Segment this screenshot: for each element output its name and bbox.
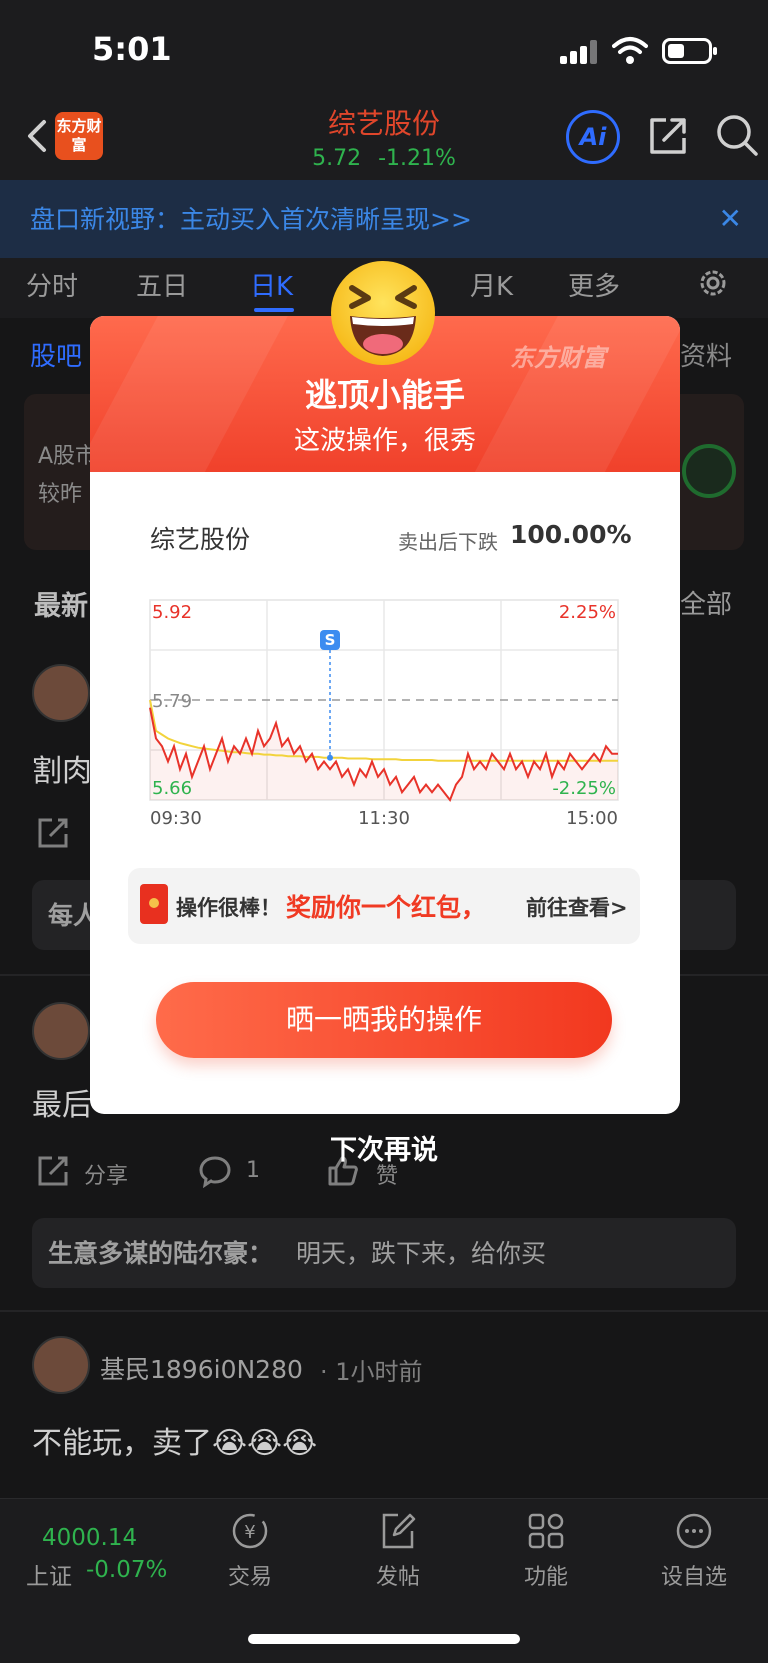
svg-text:¥: ¥ (244, 1522, 255, 1543)
laughing-emoji-icon (331, 261, 435, 365)
achievement-modal: 东方财富 逃顶小能手 这波操作，很秀 综艺股份 卖出后下跌 100.00% S 5… (90, 316, 680, 1114)
nav-watchlist[interactable]: 设自选 (644, 1509, 744, 1591)
battery-icon (662, 38, 717, 64)
grid-icon (528, 1513, 564, 1549)
avatar[interactable] (32, 1002, 90, 1060)
filter-all[interactable]: 全部 (680, 584, 732, 621)
top-nav-bar: 东方财富 综艺股份 5.72 -1.21% Ai (0, 100, 768, 180)
index-value[interactable]: 4000.14 (42, 1525, 137, 1551)
chart-stock-name: 综艺股份 (150, 525, 251, 554)
result-value: 100.00% (510, 520, 632, 549)
x-tick-label: 15:00 (566, 808, 618, 829)
divider (0, 1310, 768, 1312)
nav-watchlist-label: 设自选 (660, 1565, 727, 1590)
post-username[interactable]: 基民1896i0N280 (100, 1350, 303, 1386)
tab-forum[interactable]: 股吧 (30, 336, 82, 373)
promo-line-1: A股市 (38, 444, 98, 469)
sell-marker-label: S (325, 631, 336, 649)
nav-features-label: 功能 (523, 1565, 568, 1590)
post-text[interactable]: 不能玩，卖了😭😭😭 (32, 1418, 317, 1462)
cellular-signal-icon (560, 40, 600, 64)
tab-profile[interactable]: 资料 (680, 336, 732, 373)
nav-features[interactable]: 功能 (496, 1509, 596, 1591)
gear-icon[interactable] (696, 266, 730, 300)
active-tab-indicator (254, 308, 294, 312)
promo-banner[interactable]: 盘口新视野：主动买入首次清晰呈现>> ✕ (0, 180, 768, 258)
yuan-exchange-icon: ¥ (232, 1513, 268, 1549)
home-indicator (248, 1634, 520, 1644)
share-icon[interactable] (36, 816, 70, 850)
red-envelope-icon (140, 884, 168, 924)
wifi-icon (612, 37, 648, 64)
result-label: 卖出后下跌 (398, 530, 498, 554)
reward-main-text: 奖励你一个红包， (286, 893, 487, 922)
x-tick-label: 09:30 (150, 808, 202, 829)
promo-line-2: 较昨 (38, 482, 83, 507)
tab-daily-k[interactable]: 日K (250, 266, 293, 303)
intraday-chart: S 5.92 5.79 5.66 2.25% -2.25% 09:30 11:30 15:00 (149, 599, 619, 829)
down-arrow-icon[interactable] (682, 444, 736, 498)
y-tick-label-right: -2.25% (552, 778, 616, 799)
reward-view-link[interactable]: 前往查看> (526, 892, 628, 922)
reward-pretext: 操作很棒！ (176, 896, 281, 920)
index-change[interactable]: -0.07% (86, 1557, 167, 1583)
search-icon[interactable] (714, 112, 760, 158)
dismiss-link[interactable]: 下次再说 (0, 1128, 768, 1167)
x-tick-label: 11:30 (358, 808, 410, 829)
banner-text[interactable]: 盘口新视野：主动买入首次清晰呈现>> (30, 200, 472, 236)
status-time: 5:01 (92, 30, 172, 68)
share-operation-button[interactable]: 晒一晒我的操作 (156, 982, 612, 1058)
reward-banner[interactable]: 操作很棒！ 奖励你一个红包， 前往查看> (128, 868, 640, 944)
comment-preview[interactable]: 生意多谋的陆尔豪： 明天，跌下来，给你买 (32, 1218, 736, 1288)
y-tick-label-right: 2.25% (559, 602, 616, 623)
tab-intraday[interactable]: 分时 (26, 266, 78, 303)
avatar[interactable] (32, 1336, 90, 1394)
post-text[interactable]: 最后 (32, 1080, 92, 1124)
sell-marker-dot (327, 754, 333, 761)
tab-more[interactable]: 更多 (568, 266, 620, 303)
y-tick-label: 5.79 (152, 691, 192, 712)
edit-icon (382, 1513, 416, 1549)
y-tick-label: 5.92 (152, 602, 192, 623)
stock-change: -1.21% (378, 146, 456, 171)
tab-five-day[interactable]: 五日 (136, 266, 188, 303)
more-dots-icon (676, 1513, 712, 1549)
ai-assistant-button[interactable]: Ai (566, 110, 620, 164)
nav-trade-label: 交易 (227, 1565, 272, 1590)
post-time: · 1小时前 (320, 1358, 423, 1386)
brand-watermark: 东方财富 (510, 344, 606, 372)
comment-author: 生意多谋的陆尔豪： (48, 1239, 274, 1268)
close-icon[interactable]: ✕ (719, 202, 742, 235)
nav-post[interactable]: 发帖 (348, 1509, 448, 1591)
modal-subtitle: 这波操作，很秀 (293, 426, 476, 456)
index-name[interactable]: 上证 (26, 1557, 72, 1591)
section-latest[interactable]: 最新 (34, 584, 88, 623)
share-icon[interactable] (646, 114, 690, 158)
comment-text: 明天，跌下来，给你买 (296, 1239, 547, 1268)
status-bar: 5:01 (0, 0, 768, 100)
nav-trade[interactable]: ¥ 交易 (200, 1509, 300, 1591)
nav-post-label: 发帖 (375, 1565, 420, 1590)
tab-monthly-k[interactable]: 月K (470, 266, 513, 303)
avatar[interactable] (32, 664, 90, 722)
stock-price: 5.72 (312, 146, 362, 171)
y-tick-label: 5.66 (152, 778, 192, 799)
post-text[interactable]: 割肉 (32, 746, 92, 790)
modal-title: 逃顶小能手 (304, 376, 465, 414)
